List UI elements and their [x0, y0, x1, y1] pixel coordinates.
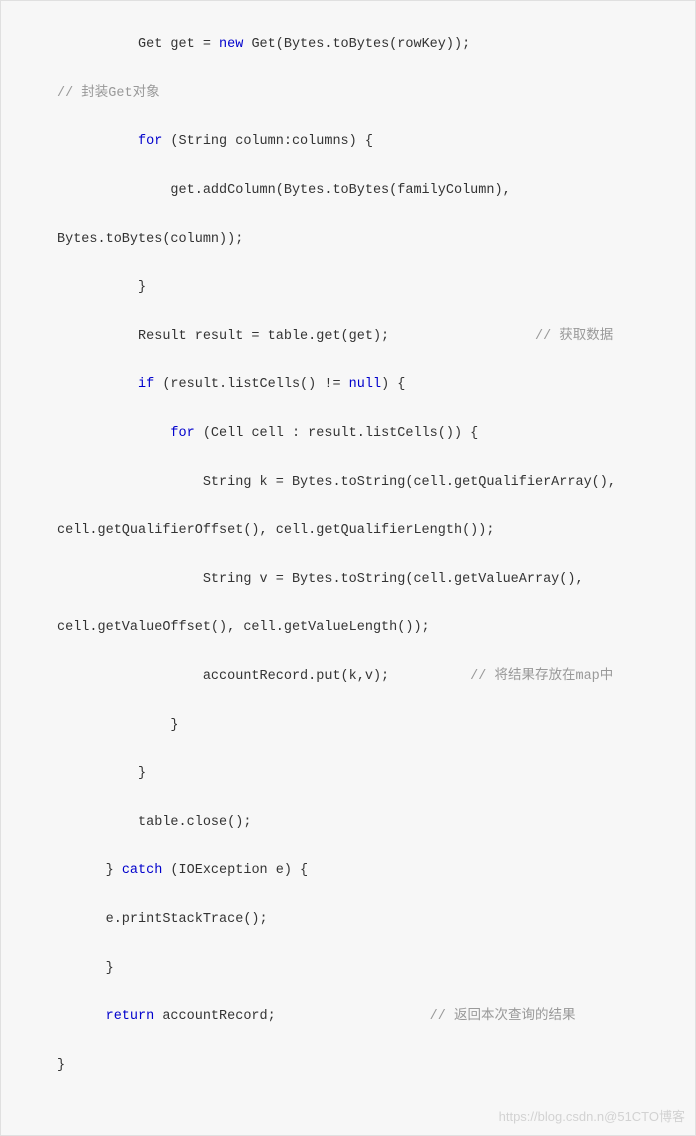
comment: // 封装Get对象: [57, 86, 160, 101]
code-text: }: [57, 280, 146, 295]
indent: }: [57, 863, 122, 878]
code-text: Get(Bytes.toBytes(rowKey));: [243, 37, 470, 52]
code-line: accountRecord.put(k,v); // 将结果存放在map中: [1, 665, 695, 689]
code-line: String k = Bytes.toString(cell.getQualif…: [1, 471, 695, 495]
comment: // 返回本次查询的结果: [430, 1009, 576, 1024]
code-line: get.addColumn(Bytes.toBytes(familyColumn…: [1, 179, 695, 203]
code-line: String v = Bytes.toString(cell.getValueA…: [1, 568, 695, 592]
code-line: // 封装Get对象: [1, 82, 695, 106]
indent: [57, 37, 138, 52]
indent: [57, 134, 138, 149]
code-line: }: [1, 714, 695, 738]
indent: [57, 377, 138, 392]
code-text: get.addColumn(Bytes.toBytes(familyColumn…: [57, 183, 511, 198]
code-line: e.printStackTrace();: [1, 908, 695, 932]
keyword-null: null: [349, 377, 381, 392]
watermark: https://blog.csdn.n@51CTO博客: [499, 1105, 685, 1128]
code-text: cell.getValueOffset(), cell.getValueLeng…: [57, 620, 430, 635]
code-text: }: [57, 961, 114, 976]
code-line: table.close();: [1, 811, 695, 835]
code-line: } catch (IOException e) {: [1, 859, 695, 883]
code-text: String k = Bytes.toString(cell.getQualif…: [57, 475, 616, 490]
code-text: }: [57, 718, 179, 733]
code-line: for (Cell cell : result.listCells()) {: [1, 422, 695, 446]
code-text: }: [57, 1058, 65, 1073]
code-line: cell.getValueOffset(), cell.getValueLeng…: [1, 616, 695, 640]
code-line: }: [1, 1054, 695, 1078]
code-line: return accountRecord; // 返回本次查询的结果: [1, 1005, 695, 1029]
comment: // 获取数据: [535, 329, 613, 344]
code-text: ) {: [381, 377, 405, 392]
code-text: Get get =: [138, 37, 219, 52]
code-line: }: [1, 957, 695, 981]
code-line: if (result.listCells() != null) {: [1, 373, 695, 397]
code-text: cell.getQualifierOffset(), cell.getQuali…: [57, 523, 494, 538]
keyword-for: for: [170, 426, 194, 441]
code-line: Result result = table.get(get); // 获取数据: [1, 325, 695, 349]
comment: // 将结果存放在map中: [470, 669, 613, 684]
code-text: table.close();: [57, 815, 251, 830]
code-text: Bytes.toBytes(column));: [57, 232, 243, 247]
keyword-return: return: [106, 1009, 155, 1024]
keyword-catch: catch: [122, 863, 163, 878]
code-line: }: [1, 762, 695, 786]
code-text: (IOException e) {: [162, 863, 308, 878]
code-line: }: [1, 276, 695, 300]
code-block: Get get = new Get(Bytes.toBytes(rowKey))…: [0, 0, 696, 1136]
code-text: Result result = table.get(get);: [57, 329, 535, 344]
indent: [57, 426, 170, 441]
keyword-if: if: [138, 377, 154, 392]
code-line: for (String column:columns) {: [1, 130, 695, 154]
code-text: e.printStackTrace();: [57, 912, 268, 927]
indent: [57, 1009, 106, 1024]
keyword-new: new: [219, 37, 243, 52]
code-line: cell.getQualifierOffset(), cell.getQuali…: [1, 519, 695, 543]
code-text: (String column:columns) {: [162, 134, 373, 149]
keyword-for: for: [138, 134, 162, 149]
code-text: String v = Bytes.toString(cell.getValueA…: [57, 572, 584, 587]
code-text: accountRecord;: [154, 1009, 429, 1024]
code-text: (result.listCells() !=: [154, 377, 348, 392]
code-line: Bytes.toBytes(column));: [1, 228, 695, 252]
code-text: (Cell cell : result.listCells()) {: [195, 426, 479, 441]
code-line: Get get = new Get(Bytes.toBytes(rowKey))…: [1, 33, 695, 57]
code-text: }: [57, 766, 146, 781]
code-text: accountRecord.put(k,v);: [57, 669, 470, 684]
